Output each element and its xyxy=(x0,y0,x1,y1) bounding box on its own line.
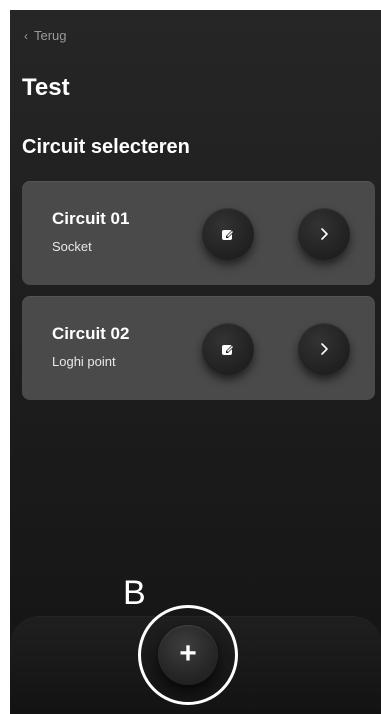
page-title: Test xyxy=(22,74,70,101)
chevron-right-icon xyxy=(321,228,328,240)
back-button[interactable]: ‹ Terug xyxy=(24,28,67,43)
edit-circuit-button[interactable] xyxy=(202,208,254,260)
plus-icon: + xyxy=(179,637,197,670)
circuit-type: Loghi point xyxy=(52,354,116,369)
edit-icon xyxy=(222,230,234,240)
circuit-type: Socket xyxy=(52,239,92,254)
back-label: Terug xyxy=(34,28,67,43)
open-circuit-button[interactable] xyxy=(298,323,350,375)
edit-circuit-button[interactable] xyxy=(202,323,254,375)
circuit-card: Circuit 02 Loghi point xyxy=(22,296,375,400)
chevron-right-icon xyxy=(321,343,328,355)
circuit-name: Circuit 01 xyxy=(52,209,130,228)
annotation-label: B xyxy=(123,574,146,612)
add-circuit-button[interactable]: + xyxy=(158,625,218,685)
edit-icon xyxy=(222,345,234,355)
circuit-name: Circuit 02 xyxy=(52,324,130,343)
open-circuit-button[interactable] xyxy=(298,208,350,260)
app-screen: ‹ Terug Test Circuit selecteren Circuit … xyxy=(10,10,381,714)
chevron-left-icon: ‹ xyxy=(24,28,28,43)
section-title: Circuit selecteren xyxy=(22,136,190,158)
circuit-card: Circuit 01 Socket xyxy=(22,181,375,285)
